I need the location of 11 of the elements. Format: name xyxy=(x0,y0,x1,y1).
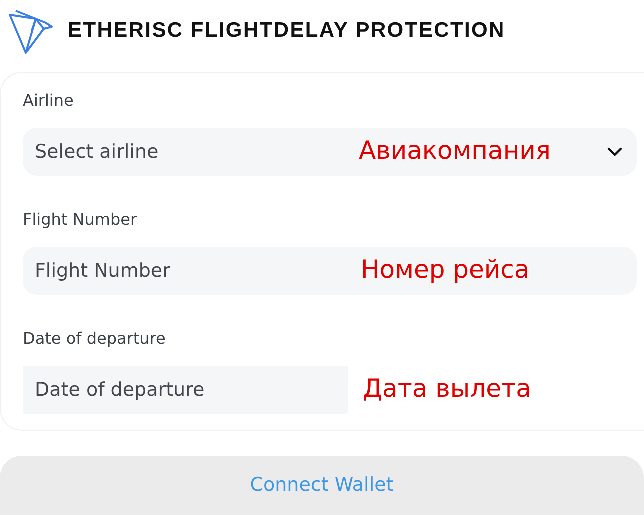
annotation-text: Номер рейса xyxy=(361,255,530,284)
bird-logo-icon xyxy=(8,7,54,55)
date-field[interactable]: Date of departure xyxy=(23,366,348,414)
annotation-text: Авиакомпания xyxy=(359,136,551,165)
field-label: Date of departure xyxy=(23,329,167,348)
annotation-text: Дата вылета xyxy=(363,374,532,403)
chevron-down-icon xyxy=(607,147,623,157)
field-label: Airline xyxy=(23,91,75,110)
app-title: ETHERISC FLIGHTDELAY PROTECTION xyxy=(68,19,506,43)
connect-wallet-button[interactable]: Connect Wallet xyxy=(0,456,644,515)
field-label: Flight Number xyxy=(23,210,138,229)
